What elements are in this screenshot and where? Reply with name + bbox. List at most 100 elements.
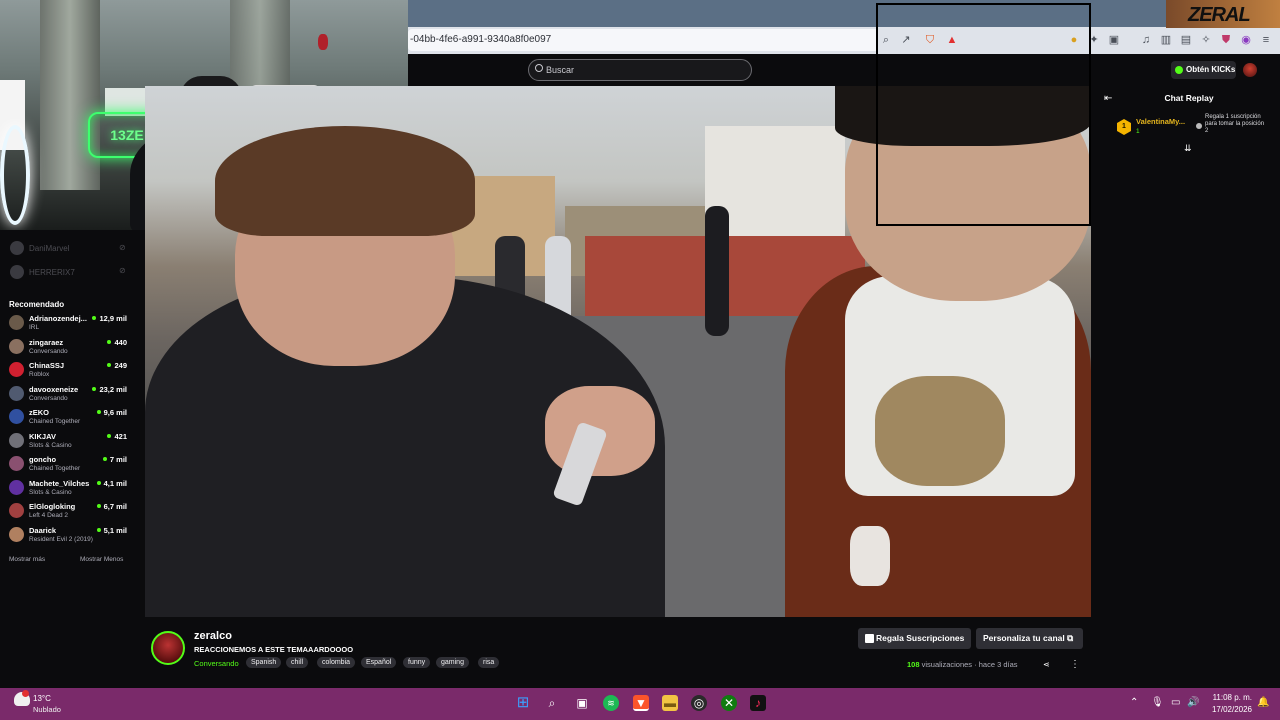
viewer-count: 4,1 mil [97, 479, 127, 488]
show-more-link[interactable]: Mostrar más [9, 556, 45, 563]
channel-name: davooxeneize [29, 384, 79, 394]
chat-panel [1098, 86, 1280, 226]
clock-time[interactable]: 11:08 p. m. [1206, 693, 1252, 702]
clock-date[interactable]: 17/02/2026 [1206, 705, 1252, 714]
view-label: visualizaciones [921, 660, 973, 669]
recommended-channel[interactable]: Machete_Vilches Slots & Casino 4,1 mil [9, 477, 131, 499]
screenshot-icon[interactable]: ▣ [1106, 32, 1122, 48]
chat-username[interactable]: ValentinaMy... [1136, 117, 1185, 126]
vpn-shield-icon[interactable]: ⛊ [1218, 32, 1234, 48]
recommended-title: Recomendado [9, 300, 65, 309]
network-icon[interactable]: ▭ [1171, 697, 1180, 708]
weather-temperature[interactable]: 13°C [33, 694, 51, 703]
recommended-channel[interactable]: ElGlogloking Left 4 Dead 2 6,7 mil [9, 500, 131, 522]
chat-title: Chat Replay [1164, 93, 1214, 103]
viewer-count: 5,1 mil [97, 526, 127, 535]
microphone-icon[interactable]: 🎙 [1151, 697, 1164, 708]
channel-category: Roblox [29, 371, 50, 378]
channel-category: Conversando [29, 347, 68, 355]
browser-tabstrip [408, 0, 1280, 27]
show-less-link[interactable]: Mostrar Menos [80, 556, 123, 563]
person [705, 206, 729, 336]
avatar [9, 503, 24, 518]
media-icon[interactable]: ♫ [1138, 32, 1154, 48]
notifications-icon[interactable]: 🔔 [1257, 697, 1269, 708]
stream-title: REACCIONEMOS A ESTE TEMAAARDOOOO [194, 645, 354, 654]
gift-subscriptions-button[interactable]: Regala Suscripciones [858, 628, 971, 649]
channel-name: ElGlogloking [29, 502, 76, 511]
recommended-channel[interactable]: goncho Chained Together 7 mil [9, 453, 131, 475]
notification-badge [22, 690, 29, 697]
viewer-count: 7 mil [103, 455, 127, 464]
channel-name: HERRERIX7 [29, 268, 75, 277]
view-count: 108 [907, 660, 920, 669]
channel-name: Machete_Vilches [29, 478, 90, 488]
file-explorer-icon[interactable]: ▬ [662, 695, 678, 711]
share-icon[interactable]: ⋖ [1043, 660, 1050, 669]
wallet-icon[interactable]: ▤ [1178, 32, 1194, 48]
avatar [9, 479, 24, 495]
scroll-down-icon[interactable]: ⇊ [1184, 143, 1192, 154]
recommended-channel[interactable]: zingaraez Conversando 440 [9, 336, 131, 358]
overlay-frame [876, 3, 1091, 226]
recommended-channel[interactable]: Adrianozendej... IRL 12,9 mil [9, 312, 131, 334]
recommended-channel[interactable]: zEKO Chained Together 9,6 mil [9, 406, 131, 428]
bottle [850, 526, 890, 586]
channel-name: DaniMarvel [29, 244, 70, 253]
tag-chip[interactable]: funny [403, 657, 431, 668]
recommended-channel[interactable]: ChinaSSJ Roblox 249 [9, 359, 131, 381]
search-icon [535, 64, 543, 72]
tag-chip[interactable]: Español [361, 657, 397, 668]
address-bar[interactable]: -04bb-4fe6-a991-9340a8f0e097 [408, 29, 876, 51]
chat-gift-count: 1 [1136, 128, 1140, 135]
streamer-avatar[interactable] [151, 631, 185, 665]
tag-chip[interactable]: risa [478, 657, 500, 668]
upload-age: hace 3 días [978, 660, 1018, 669]
channel-name: ChinaSSJ [29, 361, 65, 370]
recommended-channel[interactable]: KIKJAV Slots & Casino 421 [9, 430, 131, 452]
menu-icon[interactable]: ≡ [1258, 32, 1274, 48]
figure-decoration [318, 34, 328, 50]
weather-description[interactable]: Nublado [33, 705, 61, 714]
tag-chip[interactable]: chill [286, 657, 309, 668]
volume-icon[interactable]: 🔊 [1187, 697, 1199, 708]
taskbar-search-icon[interactable]: ⌕ [544, 695, 560, 711]
avatar [9, 385, 24, 401]
channel-category: Chained Together [29, 418, 81, 425]
tag-chip[interactable]: colombia [317, 657, 356, 668]
tag-chip[interactable]: gaming [436, 657, 469, 668]
tag-chip[interactable]: Spanish [246, 657, 282, 668]
avatar [9, 456, 24, 471]
user-avatar[interactable] [1243, 63, 1257, 77]
brave-browser-icon[interactable]: ▼ [633, 695, 649, 711]
channel-category: Left 4 Dead 2 [29, 512, 69, 519]
viewer-count: 12,9 mil [92, 314, 127, 323]
channel-category: IRL [29, 324, 40, 331]
obs-icon[interactable]: ◎ [691, 695, 707, 711]
spotify-icon[interactable]: ≋ [603, 695, 619, 711]
stream-category[interactable]: Conversando [194, 658, 239, 669]
channel-category: Conversando [29, 394, 68, 402]
xbox-icon[interactable]: ✕ [721, 695, 737, 711]
curtain [40, 0, 100, 190]
customize-channel-button[interactable]: Personaliza tu canal ⧉ [976, 628, 1083, 649]
view-stats: 108 visualizaciones · hace 3 días [907, 660, 1018, 669]
sidebar-toggle-icon[interactable]: ▥ [1158, 32, 1174, 48]
profile-icon[interactable]: ◉ [1238, 32, 1254, 48]
windows-start-icon[interactable]: ⊞ [515, 695, 531, 711]
shirt-print [875, 376, 1005, 486]
tray-overflow-icon[interactable]: ⌃ [1130, 697, 1138, 708]
avatar [9, 526, 24, 542]
channel-name: Adrianozendej... [29, 314, 87, 323]
task-view-icon[interactable]: ▣ [574, 695, 590, 711]
channel-category: Slots & Casino [29, 488, 72, 496]
leo-icon[interactable]: ✧ [1198, 32, 1214, 48]
channel-category: Slots & Casino [29, 441, 72, 449]
tiktok-icon[interactable]: ♪ [750, 695, 766, 711]
recommended-channel[interactable]: Daarick Resident Evil 2 (2019) 5,1 mil [9, 524, 131, 546]
avatar [9, 338, 24, 354]
streamer-name[interactable]: zeralco [194, 630, 232, 642]
recommended-channel[interactable]: davooxeneize Conversando 23,2 mil [9, 383, 131, 405]
more-options-icon[interactable]: ⋮ [1070, 659, 1080, 670]
search-input[interactable]: Buscar [528, 59, 752, 81]
